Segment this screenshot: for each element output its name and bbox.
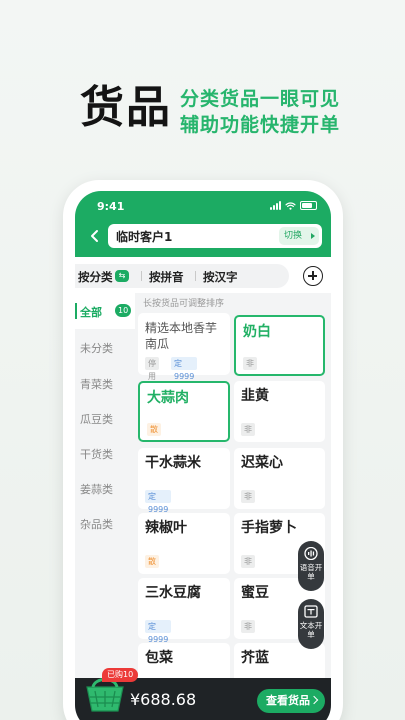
triangle-right-icon [311,233,315,239]
view-products-label: 查看货品 [266,694,310,707]
add-icon[interactable] [303,266,323,286]
category-label: 干货类 [80,448,113,461]
voice-icon [304,547,318,560]
customer-name: 临时客户1 [116,230,173,244]
purchased-badge: 已购10 [102,668,139,682]
phone-screen: 9:41 临时客户1 切换 按分类 ⇆ 按拼音 按汉字 全部 10 未分类 青菜… [75,191,331,720]
sort-hint: 长按货品可调整排序 [143,299,225,309]
sort-options: 按分类 ⇆ 按拼音 按汉字 [75,264,289,288]
category-label: 杂品类 [80,518,113,531]
battery-icon [300,201,317,210]
voice-order-label: 语音开单 [299,563,323,581]
product-card[interactable]: 韭黄 非 [234,381,325,442]
divider [141,271,142,281]
sort-by-character[interactable]: 按汉字 [203,269,238,285]
product-name: 韭黄 [241,388,269,404]
cart-total: ¥688.68 [130,690,197,709]
product-tag: 非 [243,357,257,370]
category-count-badge: 10 [115,304,132,317]
category-dry-goods[interactable]: 干货类 [75,435,135,471]
product-name: 三水豆腐 [145,585,201,601]
category-label: 未分类 [80,342,113,355]
category-misc[interactable]: 杂品类 [75,505,135,541]
category-label: 全部 [80,306,102,319]
category-label: 青菜类 [80,378,113,391]
product-card[interactable]: 精选本地香芋南瓜 停用 定9999 [138,313,230,381]
category-greens[interactable]: 青菜类 [75,365,135,401]
product-tag: 定9999 [145,490,172,514]
product-tag: 非 [241,555,255,568]
product-name: 芥蓝 [241,650,269,666]
product-name: 干水蒜米 [145,455,201,471]
product-name: 包菜 [145,650,173,666]
product-tag: 定9999 [171,357,198,381]
promo-title: 货品 [80,82,172,133]
product-tag: 非 [241,620,255,633]
product-name: 奶白 [243,324,271,340]
category-label: 姜蒜类 [80,483,113,496]
status-icons [270,201,317,210]
sort-bar: 按分类 ⇆ 按拼音 按汉字 [75,257,331,293]
switch-customer-button[interactable]: 切换 [279,227,319,245]
sort-by-pinyin[interactable]: 按拼音 [149,269,184,285]
wifi-icon [285,201,296,210]
product-name: 迟菜心 [241,455,283,471]
voice-order-button[interactable]: 语音开单 [298,541,324,591]
product-tag: 非 [241,490,255,503]
product-tag: 非 [241,423,255,436]
text-order-label: 文本开单 [299,621,323,639]
category-all[interactable]: 全部 10 [75,293,135,329]
category-label: 瓜豆类 [80,413,113,426]
category-ginger-garlic[interactable]: 姜蒜类 [75,470,135,506]
top-bar: 9:41 临时客户1 切换 [75,191,331,257]
product-name: 辣椒叶 [145,520,187,536]
promo-page: 货品 分类货品一眼可见 辅助功能快捷开单 9:41 临时客户1 切换 按分类 ⇆ [0,0,405,720]
product-card[interactable]: 辣椒叶 散 [138,513,230,574]
product-tag: 散 [147,423,161,436]
product-name: 大蒜肉 [147,390,189,406]
product-tag: 停用 [145,357,159,381]
product-card[interactable]: 干水蒜米 定9999 [138,448,230,514]
switch-label: 切换 [284,231,303,241]
category-sidebar: 全部 10 未分类 青菜类 瓜豆类 干货类 姜蒜类 杂品类 [75,293,135,720]
product-card[interactable]: 奶白 非 [234,315,325,376]
status-time: 9:41 [97,200,125,213]
divider [195,271,196,281]
product-tag: 散 [145,555,159,568]
customer-field[interactable]: 临时客户1 切换 [108,224,322,248]
product-card[interactable]: 三水豆腐 定9999 [138,578,230,644]
product-name: 精选本地香芋南瓜 [145,321,218,351]
text-order-button[interactable]: 文本开单 [298,599,324,649]
back-arrow-icon[interactable] [88,228,102,244]
product-grid: 长按货品可调整排序 精选本地香芋南瓜 停用 定9999 奶白 非 大蒜肉 散 韭… [135,293,331,720]
category-melons-beans[interactable]: 瓜豆类 [75,400,135,436]
view-products-button[interactable]: 查看货品 [257,689,325,713]
swap-icon[interactable]: ⇆ [115,270,129,282]
product-name: 手指萝卜 [241,520,297,536]
promo-subtitle-2: 辅助功能快捷开单 [180,114,341,136]
text-icon [304,605,318,618]
signal-icon [270,201,281,210]
chevron-right-icon [309,695,319,705]
category-uncategorized[interactable]: 未分类 [75,329,135,365]
product-card[interactable]: 迟菜心 非 [234,448,325,509]
product-tag: 定9999 [145,620,172,644]
product-card[interactable]: 大蒜肉 散 [138,381,230,442]
sort-by-category[interactable]: 按分类 [78,269,113,285]
promo-subtitle-1: 分类货品一眼可见 [180,88,341,110]
